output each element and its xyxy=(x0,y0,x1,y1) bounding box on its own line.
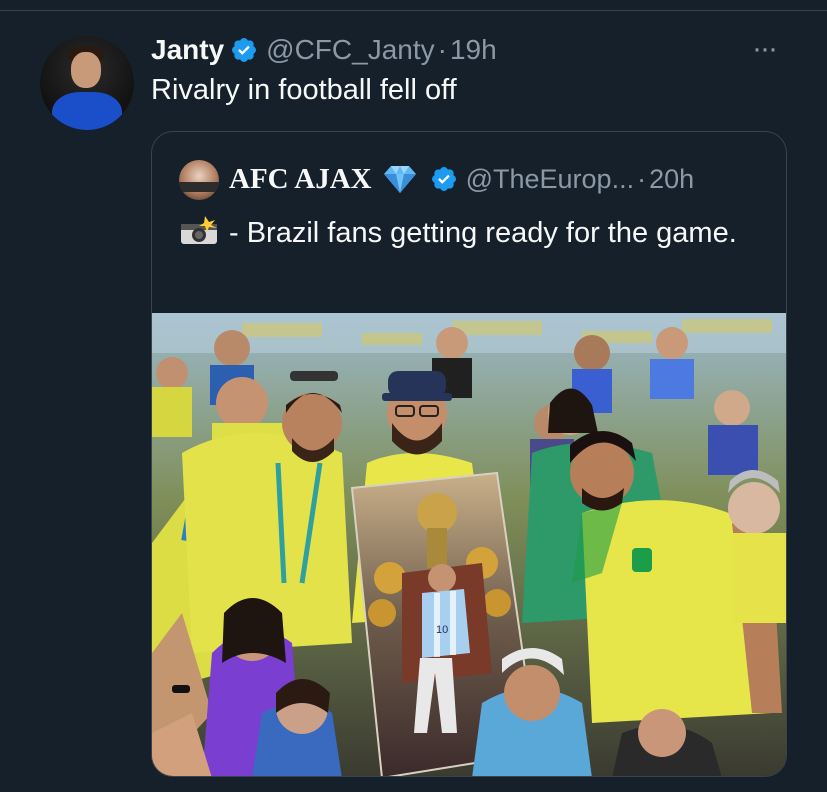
camera-flash-icon xyxy=(181,216,217,244)
quoted-tweet-text: - Brazil fans getting ready for the game… xyxy=(229,217,737,249)
quoted-tweet-header: AFC AJAX @TheEurop... · 20h xyxy=(229,156,694,202)
tweet-time[interactable]: 19h xyxy=(450,34,497,66)
author-name[interactable]: Janty xyxy=(151,34,224,66)
stadium-photo[interactable]: 10 xyxy=(152,313,786,776)
quoted-author-handle[interactable]: @TheEurop... xyxy=(466,164,635,195)
top-divider xyxy=(0,10,827,11)
poster-jersey-number: 10 xyxy=(436,624,448,636)
more-icon[interactable]: ··· xyxy=(752,32,778,66)
author-avatar[interactable] xyxy=(40,36,134,130)
quoted-tweet-time[interactable]: 20h xyxy=(649,164,694,195)
quoted-author-avatar[interactable] xyxy=(179,160,219,200)
quoted-author-name[interactable]: AFC AJAX xyxy=(229,163,372,196)
quoted-tweet-text-block: - Brazil fans getting ready for the game… xyxy=(179,212,769,254)
header-separator: · xyxy=(437,34,447,65)
quoted-verified-badge-icon xyxy=(431,167,456,191)
tweet-header: Janty @CFC_Janty · 19h xyxy=(151,30,497,70)
quoted-tweet-card[interactable]: AFC AJAX @TheEurop... · 20h - Brazil fan… xyxy=(151,131,787,777)
quoted-header-separator: · xyxy=(637,163,647,194)
author-handle[interactable]: @CFC_Janty xyxy=(266,34,434,66)
gem-icon xyxy=(383,166,416,193)
tweet-text: Rivalry in football fell off xyxy=(151,74,457,106)
verified-badge-icon xyxy=(232,38,257,62)
